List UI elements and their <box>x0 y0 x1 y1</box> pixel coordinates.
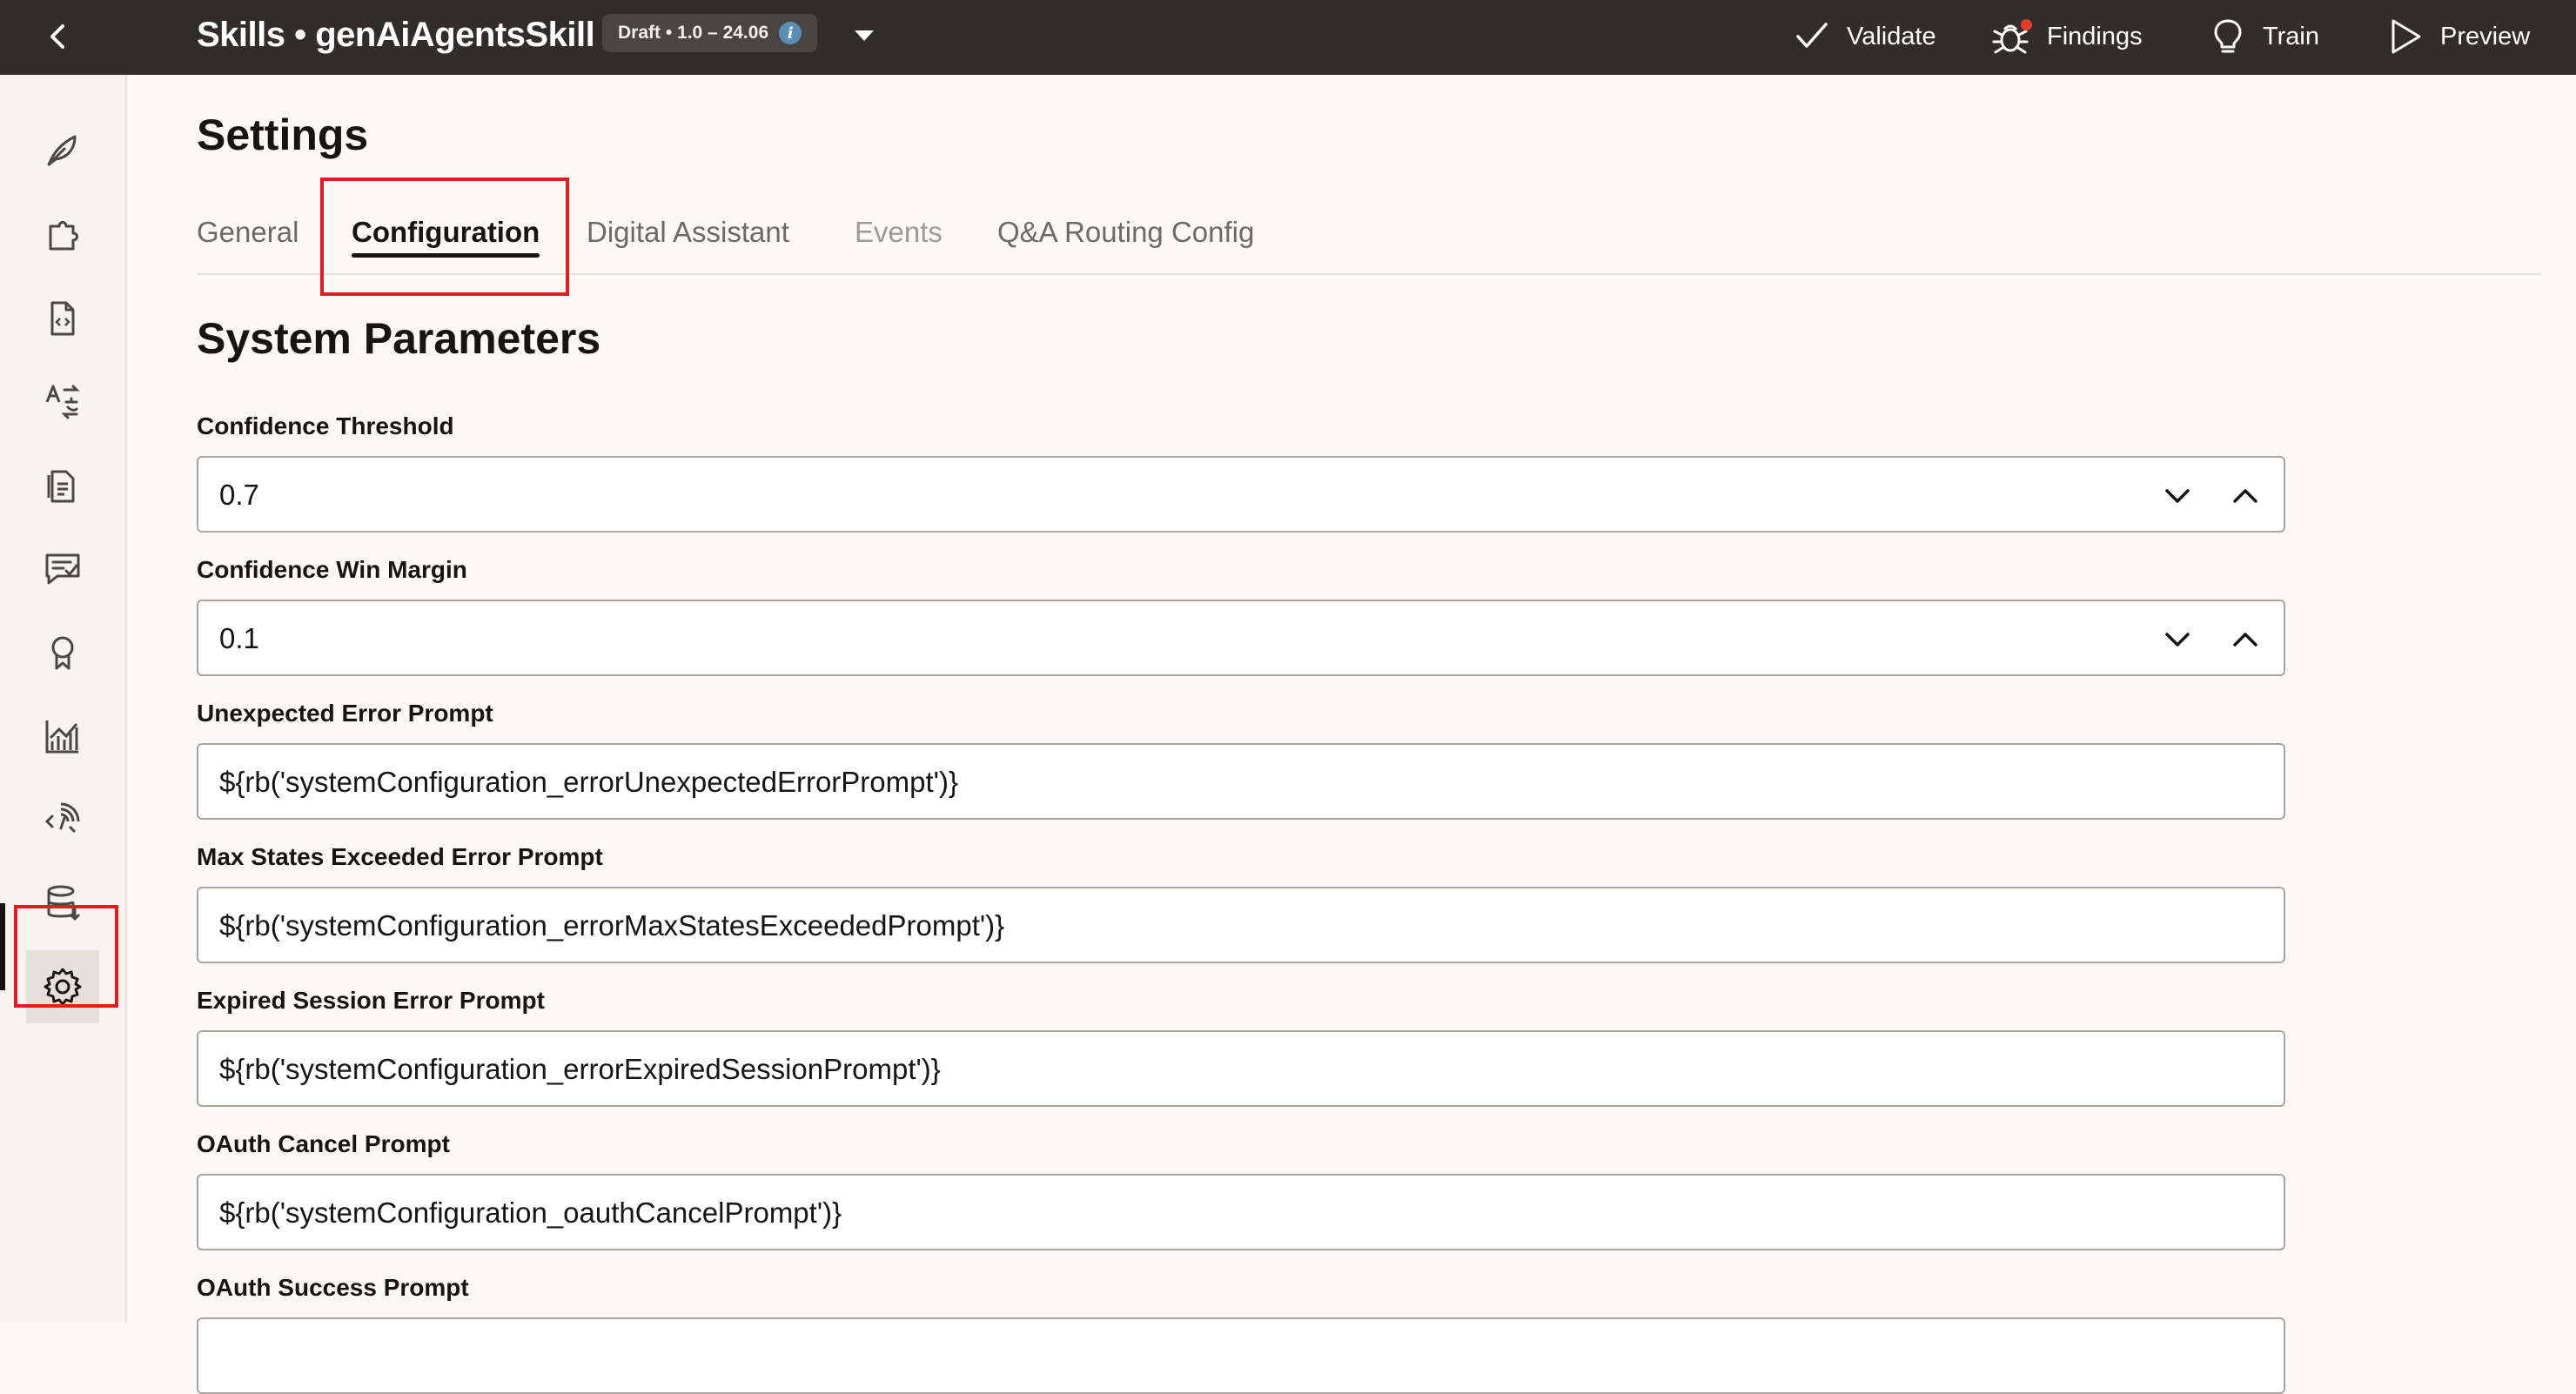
tab-events: Events <box>855 216 943 248</box>
validate-button[interactable]: Validate <box>1794 14 1936 59</box>
rail-item-design[interactable] <box>26 114 99 187</box>
decrement-button[interactable] <box>2158 620 2197 659</box>
bug-icon <box>1991 17 2032 56</box>
tab-general[interactable]: General <box>197 205 299 275</box>
puzzle-icon <box>49 221 78 251</box>
translate-icon <box>45 385 80 419</box>
findings-alert-dot <box>2021 19 2032 30</box>
back-button[interactable] <box>38 17 77 56</box>
confidence-win-margin-input[interactable]: 0.1 <box>197 600 2285 676</box>
rail-item-quality[interactable] <box>26 616 99 689</box>
chevron-left-icon <box>50 24 64 49</box>
validate-label: Validate <box>1847 22 1936 50</box>
rail-item-conversations[interactable] <box>26 533 99 606</box>
version-badge[interactable]: Draft • 1.0 – 24.06 i <box>602 14 818 52</box>
chevron-up-icon <box>2233 489 2257 503</box>
section-title: System Parameters <box>197 314 601 363</box>
confidence-win-margin-value: 0.1 <box>219 622 259 654</box>
app-title: Skills • genAiAgentsSkill <box>197 16 595 54</box>
max-states-exceeded-error-prompt-value: ${rb('systemConfiguration_errorMaxStates… <box>219 909 1005 942</box>
increment-button[interactable] <box>2226 477 2264 515</box>
analytics-chart-icon <box>45 720 78 754</box>
tab-digital-assistant[interactable]: Digital Assistant <box>587 205 789 275</box>
award-icon <box>51 636 74 670</box>
train-label: Train <box>2263 22 2319 50</box>
version-dropdown-button[interactable] <box>851 23 877 49</box>
document-icon <box>47 470 75 503</box>
page-title: Settings <box>197 111 369 159</box>
oauth-success-prompt-label: OAuth Success Prompt <box>197 1274 469 1301</box>
settings-highlight-box <box>14 905 118 1008</box>
unexpected-error-prompt-label: Unexpected Error Prompt <box>197 700 493 727</box>
lightbulb-icon <box>2214 19 2242 53</box>
feather-icon <box>47 135 77 166</box>
rail-item-components[interactable] <box>26 198 99 271</box>
left-navigation-rail <box>0 75 127 1323</box>
preview-label: Preview <box>2440 22 2531 50</box>
info-icon[interactable]: i <box>779 22 802 44</box>
increment-button[interactable] <box>2226 620 2264 659</box>
unexpected-error-prompt-input[interactable]: ${rb('systemConfiguration_errorUnexpecte… <box>197 743 2285 820</box>
oauth-cancel-prompt-value: ${rb('systemConfiguration_oauthCancelPro… <box>219 1196 842 1229</box>
configuration-tab-highlight-box <box>320 178 569 296</box>
rail-item-channels[interactable] <box>26 783 99 856</box>
caret-down-icon <box>855 30 874 41</box>
chevron-down-icon <box>2165 633 2190 647</box>
findings-button[interactable]: Findings <box>1991 14 2143 59</box>
expired-session-error-prompt-value: ${rb('systemConfiguration_errorExpiredSe… <box>219 1053 941 1085</box>
max-states-exceeded-error-prompt-label: Max States Exceeded Error Prompt <box>197 843 603 870</box>
decrement-button[interactable] <box>2158 477 2197 515</box>
oauth-success-prompt-input[interactable] <box>197 1317 2285 1394</box>
rail-item-translation[interactable] <box>26 365 99 439</box>
confidence-threshold-value: 0.7 <box>219 479 259 511</box>
oauth-cancel-prompt-input[interactable]: ${rb('systemConfiguration_oauthCancelPro… <box>197 1174 2285 1250</box>
confidence-threshold-input[interactable]: 0.7 <box>197 456 2285 533</box>
main-content: Settings General Configuration Digital A… <box>127 75 2576 1394</box>
tab-qa-routing-config[interactable]: Q&A Routing Config <box>997 205 1254 275</box>
rail-item-resources[interactable] <box>26 449 99 522</box>
chevron-up-icon <box>2233 633 2257 647</box>
unexpected-error-prompt-value: ${rb('systemConfiguration_errorUnexpecte… <box>219 766 958 798</box>
chevron-down-icon <box>2165 489 2190 503</box>
oauth-cancel-prompt-label: OAuth Cancel Prompt <box>197 1130 450 1157</box>
checkmark-icon <box>1796 23 1828 48</box>
max-states-exceeded-error-prompt-input[interactable]: ${rb('systemConfiguration_errorMaxStates… <box>197 887 2285 963</box>
findings-label: Findings <box>2047 22 2143 50</box>
rail-item-insights[interactable] <box>26 700 99 773</box>
confidence-threshold-label: Confidence Threshold <box>197 412 454 439</box>
rail-item-flows[interactable] <box>26 282 99 355</box>
expired-session-error-prompt-input[interactable]: ${rb('systemConfiguration_errorExpiredSe… <box>197 1030 2285 1107</box>
chat-check-icon <box>45 553 80 585</box>
rail-selected-marker <box>0 903 5 990</box>
version-badge-label: Draft • 1.0 – 24.06 <box>618 23 769 43</box>
expired-session-error-prompt-label: Expired Session Error Prompt <box>197 987 545 1014</box>
top-bar: Skills • genAiAgentsSkill Draft • 1.0 – … <box>0 0 2576 75</box>
api-code-icon <box>44 802 80 834</box>
code-file-icon <box>50 301 75 336</box>
play-icon <box>2392 19 2421 54</box>
confidence-win-margin-label: Confidence Win Margin <box>197 556 467 583</box>
preview-button[interactable]: Preview <box>2388 14 2530 59</box>
train-button[interactable]: Train <box>2210 14 2319 59</box>
